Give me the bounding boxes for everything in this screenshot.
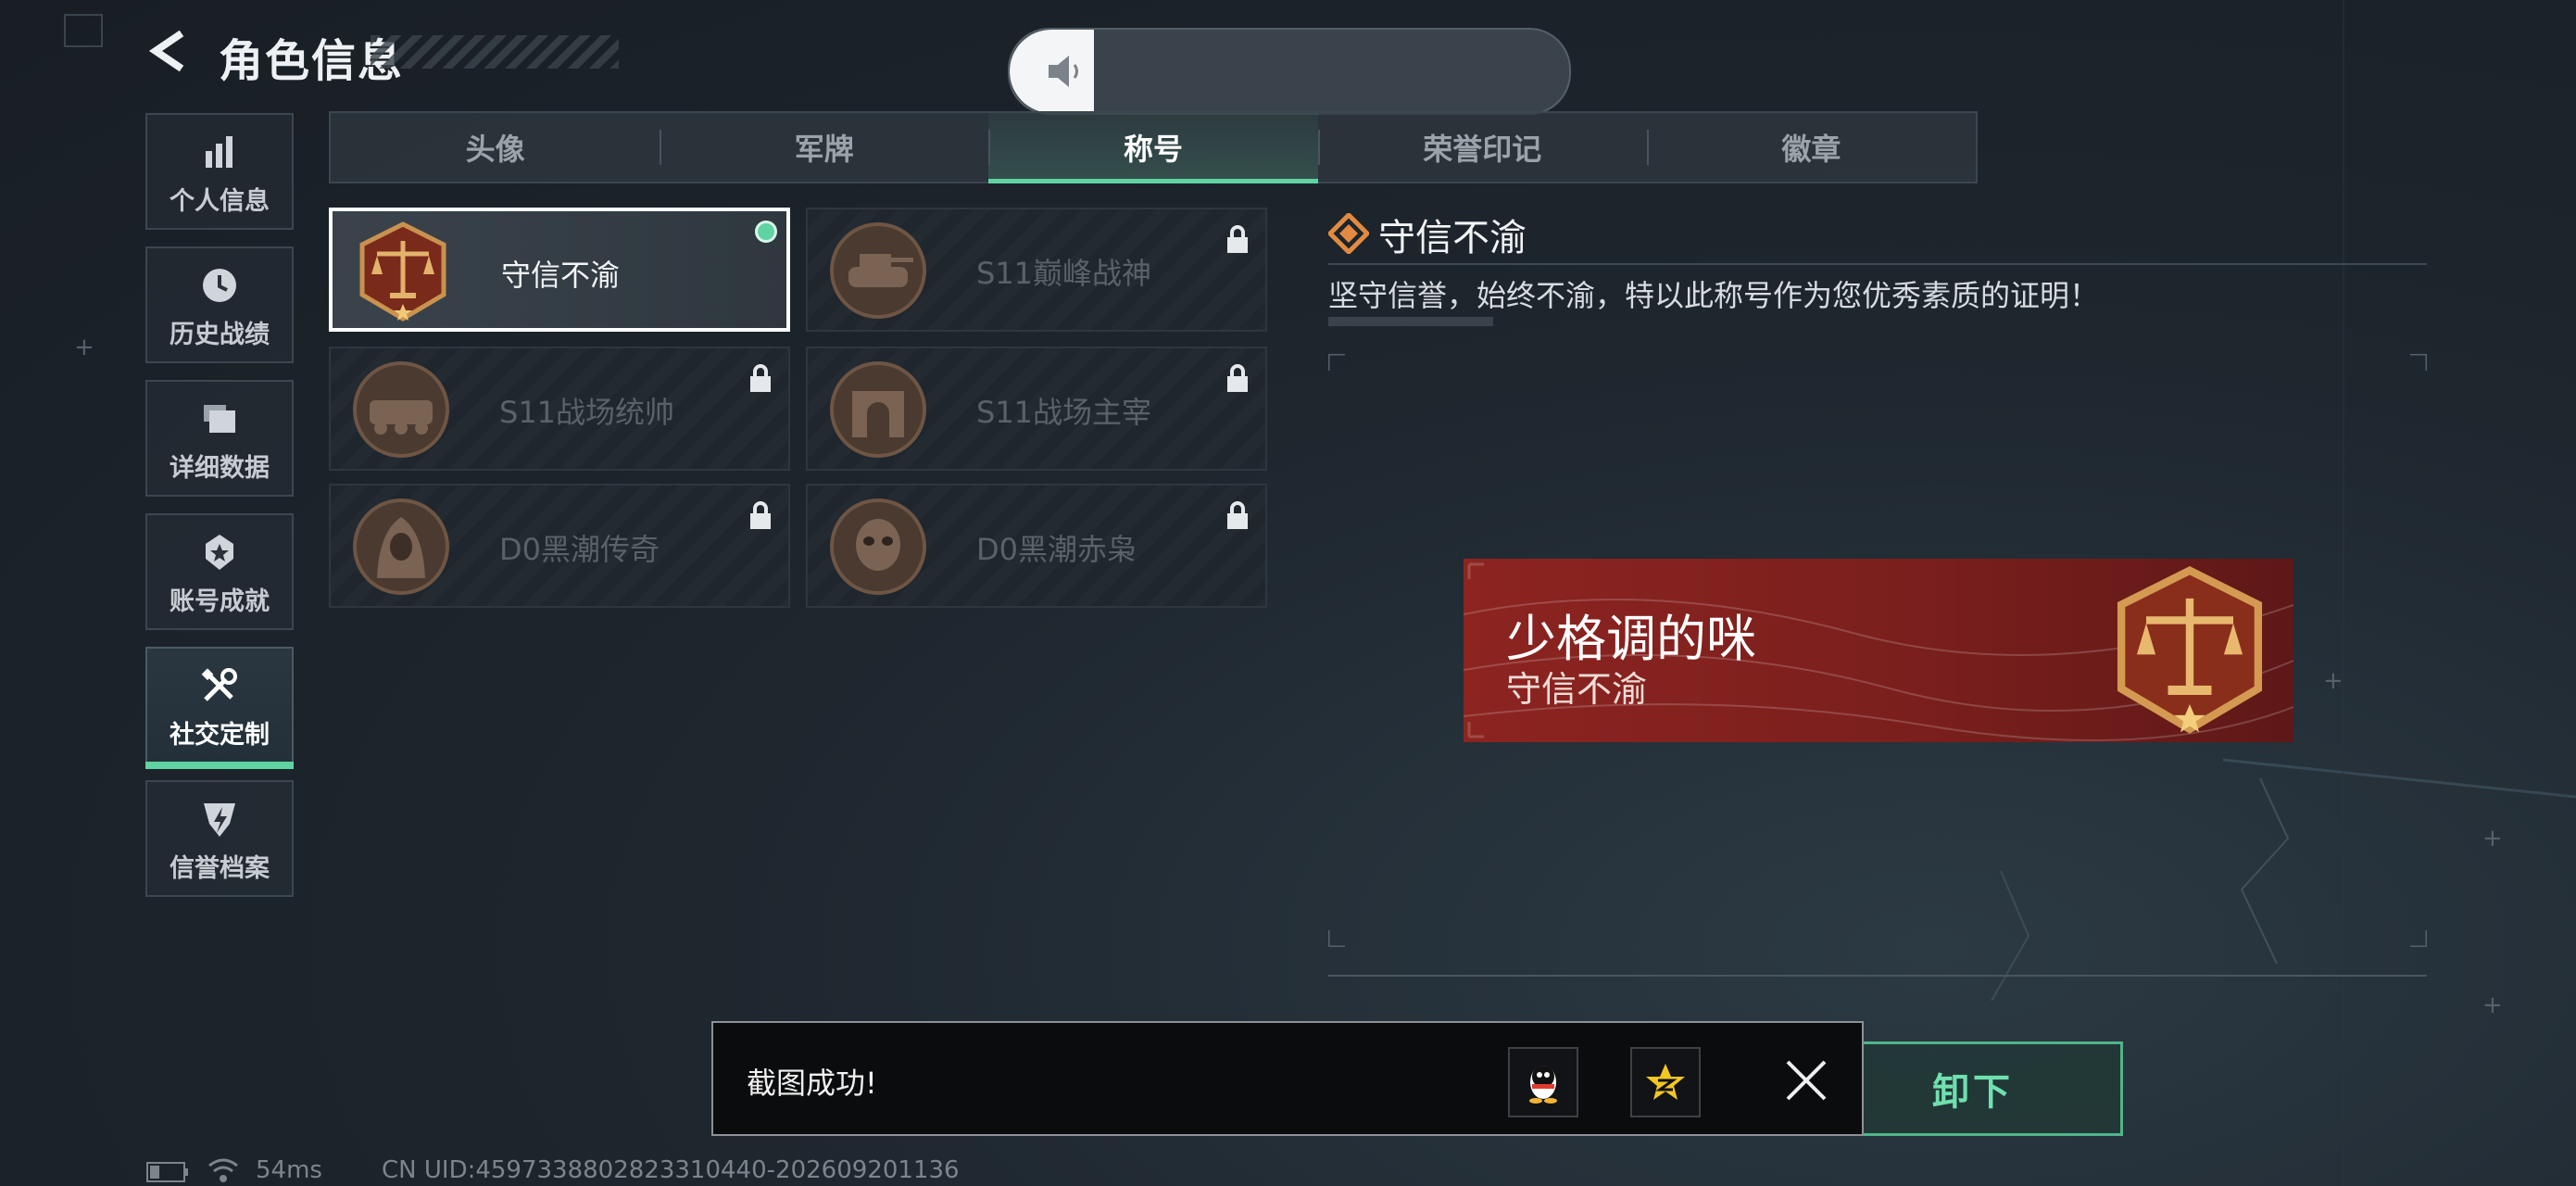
title-card[interactable]: D0黑潮赤枭	[806, 484, 1267, 608]
title-card-name: D0黑潮赤枭	[976, 532, 1137, 567]
sidebar-item-social-customization[interactable]: 社交定制	[145, 647, 294, 769]
bar-chart-icon	[206, 136, 232, 168]
tab-bar: 头像 军牌 称号 荣誉印记 徽章	[329, 111, 1978, 183]
qq-penguin-icon	[1529, 1066, 1557, 1104]
banner-title: 守信不渝	[1506, 669, 1648, 710]
title-card[interactable]: S11战场主宰	[806, 347, 1267, 471]
shield-lightning-icon	[204, 803, 235, 837]
title-card-name: S11战场主宰	[976, 395, 1152, 430]
title-banner-preview: 少格调的咪 守信不渝	[1464, 559, 2293, 742]
detail-description: 坚守信誉，始终不渝，特以此称号作为您优秀素质的证明！	[1328, 278, 2100, 313]
share-qzone-button[interactable]	[1630, 1047, 1701, 1117]
diamond-icon	[1328, 213, 1369, 254]
tank-medal-icon	[830, 222, 926, 319]
title-card-name: D0黑潮传奇	[499, 532, 660, 567]
folder-icon	[204, 405, 235, 433]
tab-title[interactable]: 称号	[988, 113, 1318, 183]
tools-icon	[201, 668, 237, 701]
armored-vehicle-medal-icon	[353, 361, 449, 458]
sidebar-item-label: 个人信息	[170, 187, 270, 216]
sidebar-item-label: 详细数据	[170, 454, 270, 483]
wifi-icon	[208, 1158, 238, 1182]
decor-plus: +	[2482, 991, 2503, 1019]
sidebar-item-credit-record[interactable]: 信誉档案	[145, 780, 294, 897]
unequip-button-label: 卸下	[1932, 1071, 2014, 1114]
battery-icon	[146, 1162, 188, 1182]
arch-medal-icon	[830, 361, 926, 458]
equipped-indicator	[755, 221, 777, 243]
volume-slider[interactable]	[1008, 28, 1571, 115]
back-arrow-icon[interactable]	[146, 28, 193, 74]
title-card[interactable]: 守信不渝	[329, 208, 790, 332]
screenshot-toast: 截图成功!	[711, 1021, 1864, 1136]
lock-icon	[750, 364, 771, 392]
tab-badge[interactable]: 徽章	[1646, 113, 1976, 182]
sidebar-item-detailed-data[interactable]: 详细数据	[145, 380, 294, 497]
ping-text: 54ms	[256, 1156, 322, 1184]
tab-avatar[interactable]: 头像	[331, 113, 660, 182]
hooded-figure-medal-icon	[353, 498, 449, 595]
scales-medal-icon	[2117, 566, 2263, 734]
title-card-name: S11战场统帅	[499, 395, 675, 430]
uid-text: CN UID:4597338802823310440-202609201136	[382, 1156, 960, 1184]
title-card-name: 守信不渝	[501, 258, 621, 293]
sidebar-item-match-history[interactable]: 历史战绩	[145, 246, 294, 363]
divider	[1328, 975, 2427, 977]
sidebar-item-label: 账号成就	[170, 587, 270, 616]
clock-icon	[203, 269, 236, 302]
scales-medal-icon	[359, 221, 446, 322]
sidebar-item-achievements[interactable]: 账号成就	[145, 513, 294, 630]
detail-subtext-bar	[1328, 317, 1493, 326]
title-card[interactable]: D0黑潮传奇	[329, 484, 790, 608]
divider	[1328, 263, 2427, 265]
title-card[interactable]: S11战场统帅	[329, 347, 790, 471]
sidebar-item-label: 信誉档案	[170, 854, 270, 883]
medal-icon	[206, 535, 233, 570]
decor-plus: +	[2482, 825, 2503, 852]
title-card[interactable]: S11巅峰战神	[806, 208, 1267, 332]
skull-mask-medal-icon	[830, 498, 926, 595]
title-card-name: S11巅峰战神	[976, 256, 1152, 291]
sidebar-item-label: 历史战绩	[170, 321, 270, 349]
toast-message: 截图成功!	[747, 1066, 877, 1101]
lock-icon	[1227, 225, 1248, 253]
lock-icon	[750, 501, 771, 529]
sidebar-item-label: 社交定制	[170, 721, 270, 750]
sidebar-item-personal-info[interactable]: 个人信息	[145, 113, 294, 230]
title-decoration	[371, 35, 619, 69]
tab-honor-mark[interactable]: 荣誉印记	[1317, 113, 1647, 182]
decor-plus: +	[74, 334, 94, 361]
detail-title: 守信不渝	[1378, 217, 1527, 259]
speaker-icon	[1049, 56, 1078, 87]
tab-dog-tag[interactable]: 军牌	[660, 113, 988, 182]
share-qq-button[interactable]	[1508, 1047, 1578, 1117]
qzone-star-icon	[1646, 1064, 1685, 1100]
lock-icon	[1227, 501, 1248, 529]
close-icon[interactable]	[1784, 1058, 1828, 1103]
lock-icon	[1227, 364, 1248, 392]
